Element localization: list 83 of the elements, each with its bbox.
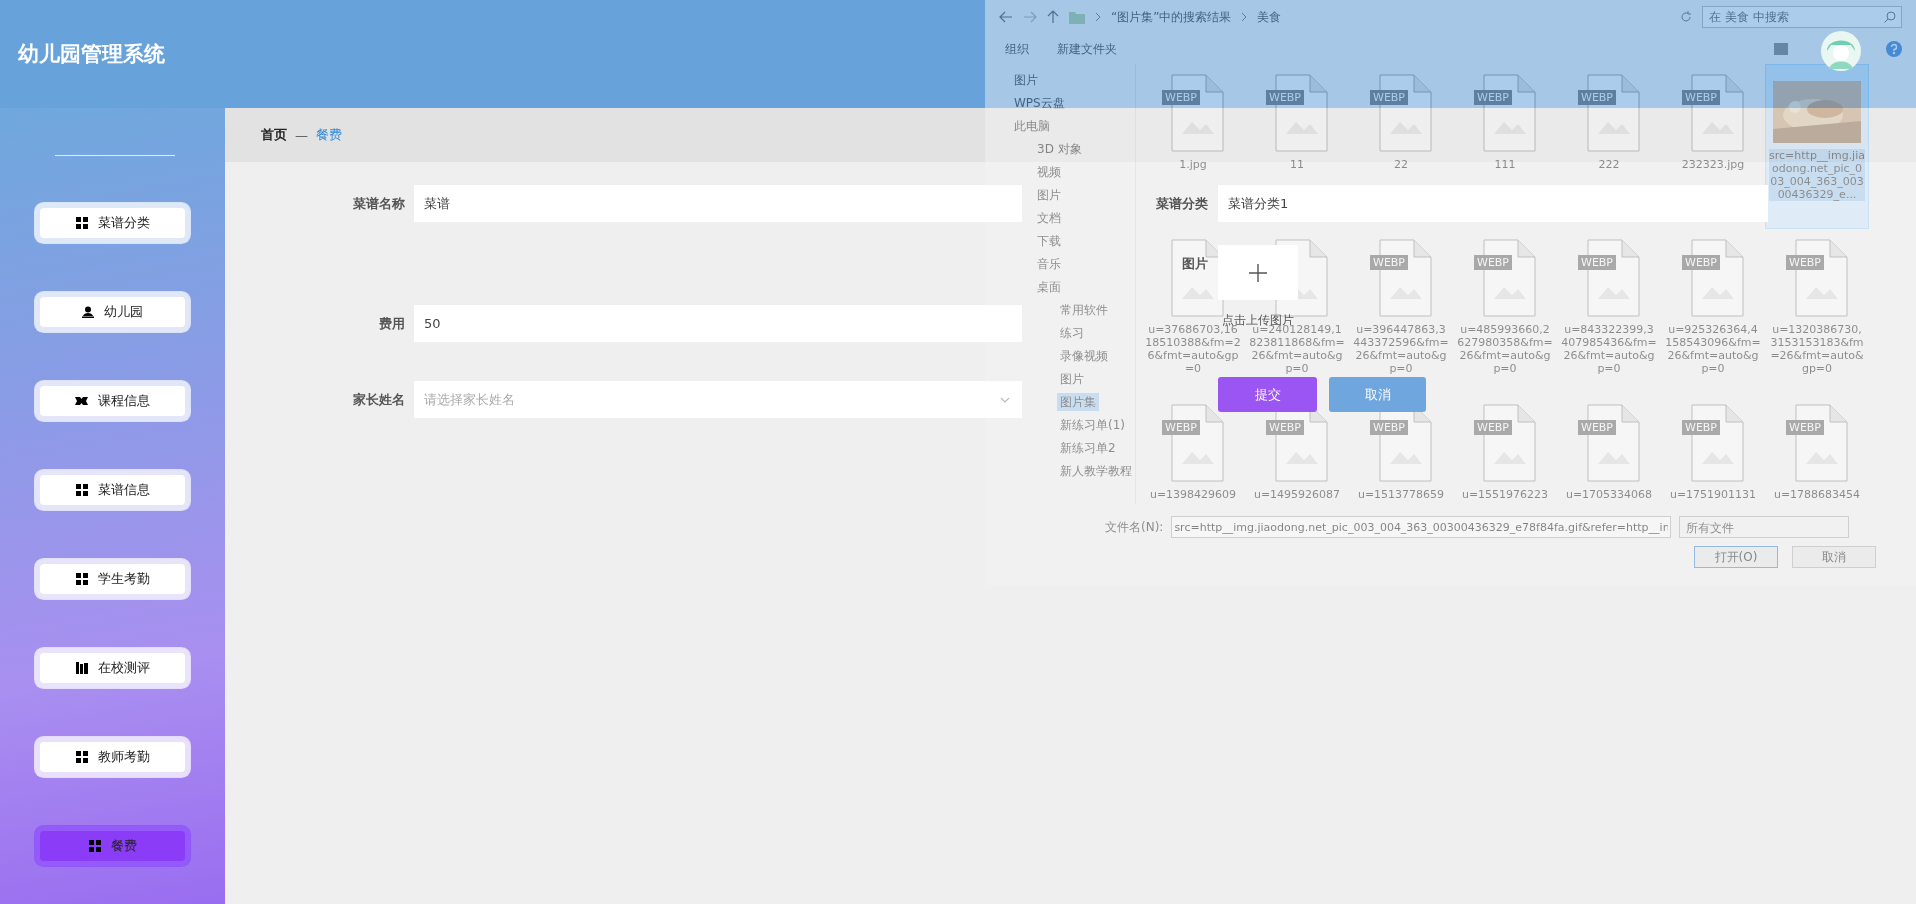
nav-item[interactable]: 新练习单2 — [1057, 438, 1119, 457]
grid-icon — [75, 572, 88, 585]
cancel-button[interactable]: 取消 — [1792, 546, 1876, 568]
forward-arrow-icon[interactable] — [1023, 11, 1037, 23]
nav-item[interactable]: 练习 — [1057, 323, 1087, 342]
file-name[interactable]: 232323.jpg — [1665, 158, 1761, 171]
nav-item[interactable]: 此电脑 — [1011, 116, 1053, 135]
file-name-label: 文件名(N): — [1105, 518, 1164, 536]
nav-item[interactable]: WPS云盘 — [1011, 93, 1068, 112]
input-field[interactable]: 50 — [414, 305, 1022, 342]
avatar[interactable] — [1821, 31, 1861, 71]
plus-icon — [1249, 263, 1267, 282]
input-field[interactable]: 菜谱分类1 — [1218, 185, 1768, 222]
file-name[interactable]: u=843322399,3407985436&fm=26&fmt=auto&gp=0 — [1561, 323, 1657, 375]
file-name[interactable]: 22 — [1353, 158, 1449, 171]
file-name[interactable]: u=1551976223 — [1457, 488, 1553, 501]
grid-icon — [88, 839, 101, 852]
help-icon[interactable] — [1886, 41, 1902, 57]
upload-hint: 点击上传图片 — [1222, 312, 1294, 327]
file-name[interactable]: u=1320386730,3153153183&fm=26&fmt=auto&gp=0 — [1769, 323, 1865, 375]
breadcrumb-link[interactable]: 首页 — [261, 126, 287, 144]
toolbar-button[interactable]: 组织 — [1005, 40, 1029, 58]
file-name[interactable]: 222 — [1561, 158, 1657, 171]
submit-button[interactable]: 提交 — [1218, 377, 1317, 412]
nav-item[interactable]: 图片 — [1057, 369, 1087, 388]
file-name[interactable]: src=http__img.jiaodong.net_pic_003_004_363_00300436329_e... — [1769, 149, 1865, 201]
caret-icon — [1000, 397, 1010, 403]
nav-item[interactable]: 常用软件 — [1057, 300, 1111, 319]
grid-icon — [75, 483, 88, 496]
file-name-field[interactable]: src=http__img.jiaodong.net_pic_003_004_363_00300436329_e78f84fa.gif&refer=http__in — [1171, 516, 1672, 538]
nav-item[interactable]: 桌面 — [1034, 277, 1064, 296]
path-segment[interactable]: 美食 — [1257, 8, 1282, 26]
file-name[interactable]: u=925326364,4158543096&fm=26&fmt=auto&gp=0 — [1665, 323, 1761, 375]
books-icon — [75, 661, 88, 674]
file-name[interactable]: 1.jpg — [1145, 158, 1241, 171]
file-name[interactable]: u=485993660,2627980358&fm=26&fmt=auto&gp=0 — [1457, 323, 1553, 375]
nav-item[interactable]: 视频 — [1034, 162, 1064, 181]
grid-icon — [75, 750, 88, 763]
nav-item[interactable]: 图片集 — [1057, 392, 1099, 411]
nav-item[interactable]: 下载 — [1034, 231, 1064, 250]
grid-icon — [75, 216, 88, 229]
path-segment[interactable]: “图片集”中的搜索结果 — [1111, 8, 1232, 26]
field-label: 家长姓名 — [352, 390, 405, 409]
nav-item[interactable]: 新练习单(1) — [1057, 415, 1128, 434]
nav-item[interactable]: 录像视频 — [1057, 346, 1111, 365]
nav-item[interactable]: 图片 — [1034, 185, 1064, 204]
field-label: 菜谱分类 — [1155, 194, 1208, 213]
cancel-button[interactable]: 取消 — [1329, 377, 1426, 412]
person-icon — [82, 305, 94, 318]
file-name[interactable]: u=1495926087 — [1249, 488, 1345, 501]
nav-item[interactable]: 3D 对象 — [1034, 139, 1085, 158]
file-type-select[interactable]: 所有文件 — [1679, 516, 1850, 538]
folder-icon — [1069, 10, 1085, 24]
back-arrow-icon[interactable] — [999, 11, 1013, 23]
chevron-icon — [1095, 12, 1101, 22]
file-name[interactable]: u=396447863,3443372596&fm=26&fmt=auto&gp=0 — [1353, 323, 1449, 375]
file-name[interactable]: u=1513778659 — [1353, 488, 1449, 501]
nav-item[interactable]: 新人教学教程 — [1057, 461, 1135, 480]
field-label: 费用 — [378, 314, 405, 333]
nav-item[interactable]: 图片 — [1011, 70, 1041, 89]
up-arrow-icon[interactable] — [1047, 10, 1059, 24]
breadcrumb-current: 餐费 — [316, 126, 342, 144]
nav-item[interactable]: 音乐 — [1034, 254, 1064, 273]
field-label: 图片 — [1181, 255, 1208, 273]
breadcrumb-separator: — — [295, 127, 308, 143]
nav-item[interactable]: 文档 — [1034, 208, 1064, 227]
ticket-icon — [75, 394, 88, 407]
input-field[interactable]: 菜谱 — [414, 185, 1022, 222]
file-name[interactable]: u=1705334068 — [1561, 488, 1657, 501]
file-name[interactable]: u=1751901131 — [1665, 488, 1761, 501]
file-name[interactable]: u=1788683454 — [1769, 488, 1865, 501]
app-title: 幼儿园管理系统 — [18, 41, 165, 68]
toolbar-button[interactable]: 新建文件夹 — [1057, 40, 1117, 58]
field-label: 菜谱名称 — [352, 194, 405, 213]
search-field[interactable]: 在 美食 中搜索 — [1702, 6, 1902, 28]
file-name[interactable]: u=1398429609 — [1145, 488, 1241, 501]
open-button[interactable]: 打开(O) — [1694, 546, 1778, 568]
file-name[interactable]: 111 — [1457, 158, 1553, 171]
file-name[interactable]: 11 — [1249, 158, 1345, 171]
chevron-icon — [1241, 12, 1248, 22]
refresh-icon[interactable] — [1680, 11, 1692, 23]
search-icon — [1884, 11, 1896, 23]
select-field[interactable]: 请选择家长姓名 — [414, 381, 1022, 418]
